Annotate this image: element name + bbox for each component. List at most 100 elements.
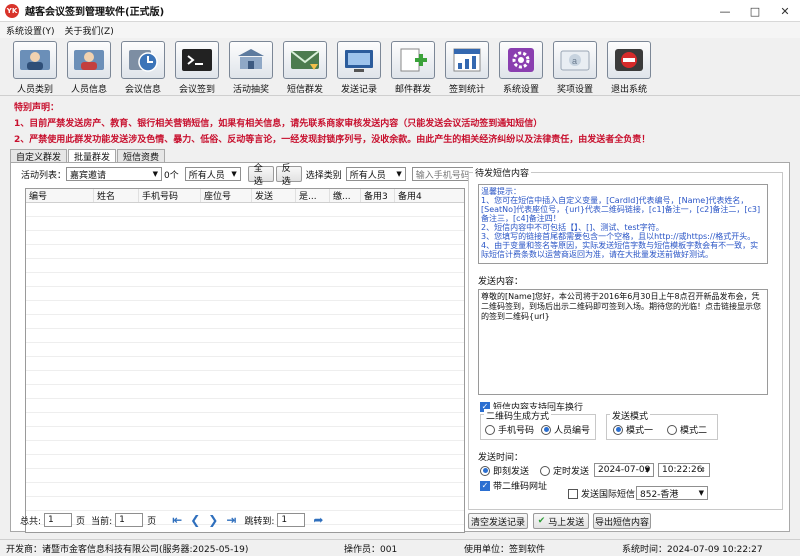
prev-page-icon[interactable]: ❮ xyxy=(190,513,200,527)
qr-option-id[interactable]: 人员编号 xyxy=(541,423,590,436)
sms-broadcast-icon xyxy=(283,41,327,79)
people-table: 编号 姓名 手机号码 座位号 发送 是... 缴... 备用3 备用4 xyxy=(25,188,465,533)
qr-method-group: 二维码生成方式 手机号码 人员编号 xyxy=(480,409,596,440)
col-header-spare3[interactable]: 备用3 xyxy=(361,189,395,202)
send-now-button[interactable]: ✔ 马上发送 xyxy=(533,513,589,529)
title-bar: YK 越客会议签到管理软件(正式版) — □ ✕ xyxy=(0,0,800,22)
minimize-icon[interactable]: — xyxy=(710,0,740,22)
activity-select[interactable]: 嘉宾邀请 ▼ xyxy=(66,167,163,181)
last-page-icon[interactable]: ⇥ xyxy=(226,513,236,527)
with-qr-row[interactable]: ✓ 带二维码网址 xyxy=(480,479,547,492)
toolbar-button-statistics[interactable]: 签到统计 xyxy=(440,41,494,95)
email-broadcast-icon xyxy=(391,41,435,79)
col-header-paid[interactable]: 缴... xyxy=(330,189,361,202)
total-label: 总共: xyxy=(20,516,42,527)
toolbar-label: 会议信息 xyxy=(124,85,161,95)
intl-sms-row[interactable]: 发送国际短信 xyxy=(568,487,635,500)
col-header-seat[interactable]: 座位号 xyxy=(201,189,252,202)
send-time-picker[interactable]: 10:22:26 ⇕ xyxy=(658,463,710,477)
status-system-time: 系统时间：2024-07-09 10:22:27 xyxy=(622,544,763,555)
qr-option-phone[interactable]: 手机号码 xyxy=(485,423,534,436)
toolbar-label: 系统设置 xyxy=(502,85,539,95)
col-header-is[interactable]: 是... xyxy=(296,189,330,202)
tab-batch-broadcast[interactable]: 批量群发 xyxy=(68,149,117,163)
close-icon[interactable]: ✕ xyxy=(770,0,800,22)
total-pages-field: 1 xyxy=(44,513,73,527)
current-page-field: 1 xyxy=(115,513,144,527)
export-content-button[interactable]: 导出短信内容 xyxy=(593,513,651,529)
toolbar-label: 发送记录 xyxy=(340,85,377,95)
toolbar-label: 人员类别 xyxy=(16,85,53,95)
maximize-icon[interactable]: □ xyxy=(740,0,770,22)
mode-option-2[interactable]: 模式二 xyxy=(667,423,707,436)
qr-group-title: 二维码生成方式 xyxy=(484,409,552,422)
mode-option-1[interactable]: 模式一 xyxy=(613,423,653,436)
invert-selection-button[interactable]: 反选 xyxy=(275,164,302,187)
send-time-label: 发送时间： xyxy=(478,453,524,463)
notice-heading: 特别声明： xyxy=(14,103,60,113)
send-timed-option[interactable]: 定时发送 xyxy=(540,464,589,477)
radio-send-now[interactable] xyxy=(480,465,490,476)
col-header-id[interactable]: 编号 xyxy=(26,189,94,202)
window-controls: — □ ✕ xyxy=(710,0,800,22)
intl-sms-checkbox[interactable] xyxy=(568,488,578,499)
chevron-down-icon: ▼ xyxy=(231,170,237,178)
tab-custom-broadcast[interactable]: 自定义群发 xyxy=(10,149,68,163)
menu-system-settings[interactable]: 系统设置(Y) xyxy=(6,24,55,37)
category-select[interactable]: 所有人员 ▼ xyxy=(345,167,406,181)
toolbar-button-meeting-signin[interactable]: 会议签到 xyxy=(170,41,224,95)
window-title: 越客会议签到管理软件(正式版) xyxy=(25,7,165,18)
table-body[interactable] xyxy=(26,203,464,532)
radio-send-timed[interactable] xyxy=(540,465,550,476)
jump-go-icon[interactable]: ➦ xyxy=(313,513,323,527)
status-operator: 操作员：001 xyxy=(344,544,398,555)
clear-records-button[interactable]: 清空发送记录 xyxy=(468,513,528,529)
toolbar-label: 奖项设置 xyxy=(556,85,593,95)
exit-icon xyxy=(607,41,651,79)
toolbar-button-send-record[interactable]: 发送记录 xyxy=(332,41,386,95)
toolbar-button-exit[interactable]: 退出系统 xyxy=(602,41,656,95)
col-header-name[interactable]: 姓名 xyxy=(94,189,139,202)
radio-person-id[interactable] xyxy=(541,424,551,435)
toolbar-button-person-info[interactable]: 人员信息 xyxy=(62,41,116,95)
col-header-spare4[interactable]: 备用4 xyxy=(395,189,464,202)
with-qr-checkbox[interactable]: ✓ xyxy=(480,480,490,491)
radio-mode-1[interactable] xyxy=(613,424,623,435)
radio-mode-2[interactable] xyxy=(667,424,677,435)
special-notice: 特别声明： 1、目前严禁发送房产、教育、银行相关营销短信，如果有相关信息，请先联… xyxy=(14,100,794,148)
toolbar-button-system-settings[interactable]: 系统设置 xyxy=(494,41,548,95)
next-page-icon[interactable]: ❯ xyxy=(208,513,218,527)
status-bar: 开发商：诸暨市金客信息科技有限公司(服务器:2025-05-19) 操作员：00… xyxy=(0,539,800,556)
activity-count: 0个 xyxy=(164,170,179,181)
main-toolbar: 人员类别 人员信息 会议信息 会议签到 活动抽奖 短信群发 发送记录 邮件群发 … xyxy=(0,38,800,96)
col-header-phone[interactable]: 手机号码 xyxy=(139,189,201,202)
toolbar-button-meeting-info[interactable]: 会议信息 xyxy=(116,41,170,95)
toolbar-button-email-broadcast[interactable]: 邮件群发 xyxy=(386,41,440,95)
sms-content-textarea[interactable]: 尊敬的[Name]您好，本公司将于2016年6月30日上午8点召开新品发布会，凭… xyxy=(478,289,768,395)
page-unit: 页 xyxy=(147,516,157,527)
toolbar-button-sms-broadcast[interactable]: 短信群发 xyxy=(278,41,332,95)
notice-line-1: 1、目前严禁发送房产、教育、银行相关营销短信，如果有相关信息，请先联系商家审核发… xyxy=(14,119,543,129)
first-page-icon[interactable]: ⇤ xyxy=(172,513,182,527)
jump-page-input[interactable]: 1 xyxy=(277,513,306,527)
toolbar-button-lottery[interactable]: 活动抽奖 xyxy=(224,41,278,95)
status-unit: 使用单位：签到软件 xyxy=(464,544,546,555)
filter-row: 活动列表： 嘉宾邀请 ▼ 0个 所有人员 ▼ 全选 反选 选择类别 所有人员 ▼… xyxy=(21,163,492,187)
toolbar-label: 活动抽奖 xyxy=(232,85,269,95)
select-all-button[interactable]: 全选 xyxy=(247,164,274,187)
radio-phone[interactable] xyxy=(485,424,495,435)
menu-about-us[interactable]: 关于我们(Z) xyxy=(65,24,114,37)
statistics-icon xyxy=(445,41,489,79)
send-now-option[interactable]: 即刻发送 xyxy=(480,464,529,477)
tab-sms-rates[interactable]: 短信资费 xyxy=(117,149,166,163)
send-date-picker[interactable]: 2024-07-09 ▼ xyxy=(594,463,654,477)
col-header-send[interactable]: 发送 xyxy=(252,189,296,202)
people-select[interactable]: 所有人员 ▼ xyxy=(184,167,241,181)
page-unit: 页 xyxy=(76,516,86,527)
toolbar-button-award-settings[interactable]: a 奖项设置 xyxy=(548,41,602,95)
activity-list-label: 活动列表： xyxy=(21,170,67,181)
meeting-history-icon xyxy=(121,41,165,79)
region-select[interactable]: 852-香港 ▼ xyxy=(636,486,708,500)
toolbar-label: 签到统计 xyxy=(448,85,485,95)
toolbar-button-people-category[interactable]: 人员类别 xyxy=(8,41,62,95)
